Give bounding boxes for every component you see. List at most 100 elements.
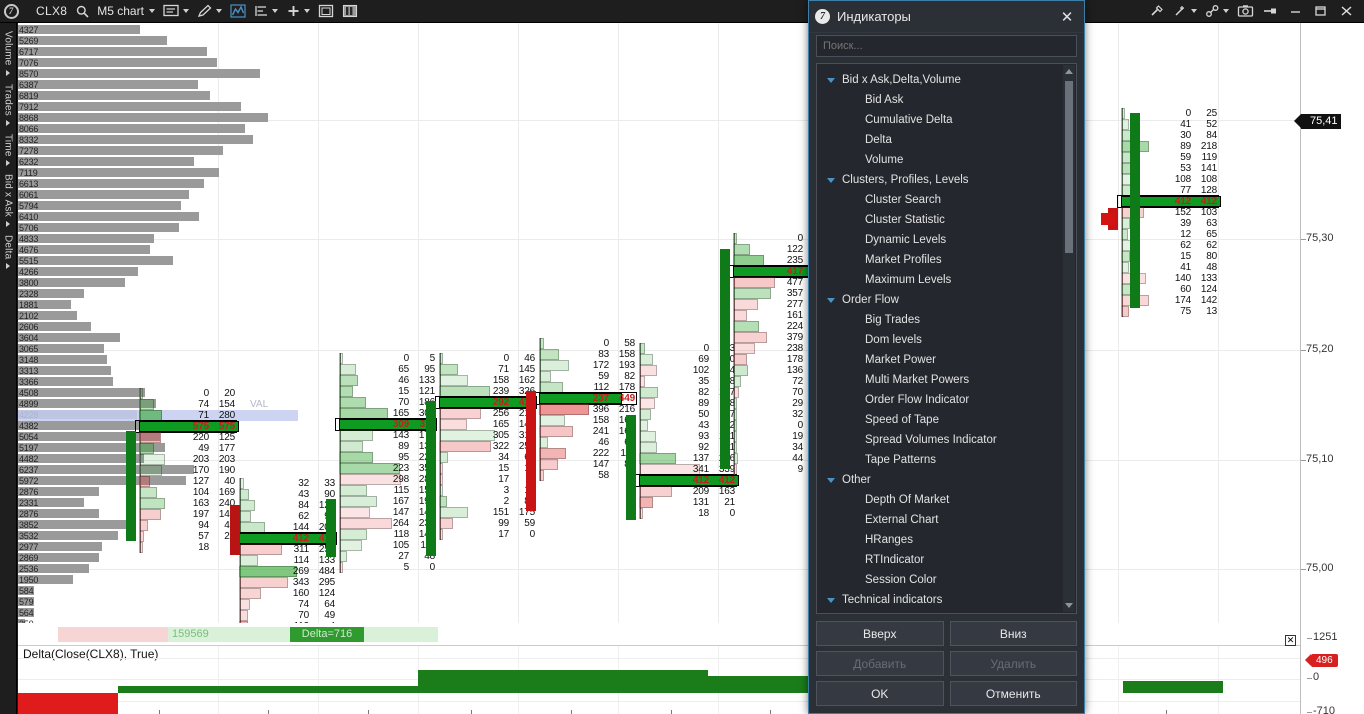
sidebar-item-time[interactable]: Time <box>2 130 15 171</box>
indicator-item[interactable]: Bid Ask <box>817 90 1076 110</box>
indicator-item[interactable]: Multi Market Powers <box>817 370 1076 390</box>
indicator-item[interactable]: Tape Patterns <box>817 450 1076 470</box>
indicator-item[interactable]: Cluster Search <box>817 190 1076 210</box>
indicator-item[interactable]: Maximum Levels <box>817 270 1076 290</box>
footprint-cell: 209 163 <box>636 486 736 497</box>
indicator-item[interactable]: Spread Volumes Indicator <box>817 430 1076 450</box>
bid-value: 322 <box>492 441 509 452</box>
close-subchart-icon[interactable]: ✕ <box>1285 635 1296 646</box>
volume-profile-label: 4676 <box>19 245 39 255</box>
footprint-cell-values: 220 125 <box>136 432 236 443</box>
expand-triangle-icon[interactable] <box>827 597 835 603</box>
camera-icon[interactable] <box>1233 0 1258 23</box>
indicators-dialog[interactable]: 7 Индикаторы ✕ Bid x Ask,Delta,VolumeBid… <box>808 0 1085 714</box>
indicator-item[interactable]: Delta <box>817 130 1076 150</box>
expand-triangle-icon[interactable] <box>827 77 835 83</box>
timeframe-selector[interactable]: M5 chart <box>93 0 159 23</box>
footprint-cell-values: 0 46 <box>436 353 536 364</box>
indicator-item[interactable]: Speed of Tape <box>817 410 1076 430</box>
search-input[interactable] <box>816 35 1077 57</box>
sidebar-item-delta[interactable]: Delta <box>2 231 15 273</box>
indicator-item[interactable]: Cluster Statistic <box>817 210 1076 230</box>
volume-profile-label: 7278 <box>19 146 39 156</box>
indicator-item[interactable]: External Chart <box>817 510 1076 530</box>
indicator-group[interactable]: Clusters, Profiles, Levels <box>817 170 1076 190</box>
sidebar-item-trades[interactable]: Trades <box>2 80 15 130</box>
footprint-cell: 151 175 <box>436 507 536 518</box>
indicator-group[interactable]: Technical indicators <box>817 590 1076 610</box>
add-icon[interactable] <box>282 0 314 23</box>
move-down-button[interactable]: Вниз <box>949 621 1077 646</box>
scroll-down-icon[interactable] <box>1063 599 1075 612</box>
maximize-icon[interactable] <box>1308 0 1333 23</box>
expand-triangle-icon[interactable] <box>827 297 835 303</box>
app-logo-icon[interactable]: 7 <box>0 0 22 22</box>
candle-body <box>720 249 730 469</box>
volume-profile-label: 3852 <box>19 520 39 530</box>
bid-value: 18 <box>698 508 709 519</box>
ask-value: 82 <box>624 371 635 382</box>
close-icon[interactable] <box>1333 0 1360 23</box>
panel-icon[interactable] <box>338 0 362 23</box>
indicator-item[interactable]: AD <box>817 610 1076 613</box>
list-scrollbar[interactable] <box>1063 65 1075 612</box>
draw-pencil-icon[interactable] <box>193 0 226 23</box>
indicator-item[interactable]: Market Power <box>817 350 1076 370</box>
price-axis[interactable]: 75,4075,3075,2075,1075,0075,4112510-7104… <box>1285 23 1364 714</box>
expand-triangle-icon[interactable] <box>827 177 835 183</box>
magic-icon[interactable] <box>1169 0 1201 23</box>
bid-value: 114 <box>293 555 310 566</box>
indicator-item[interactable]: Dom levels <box>817 330 1076 350</box>
delta-subchart[interactable]: Delta(Close(CLX8), True) <box>18 645 1300 714</box>
indicator-group[interactable]: Bid x Ask,Delta,Volume <box>817 70 1076 90</box>
indicator-group[interactable]: Other <box>817 470 1076 490</box>
cancel-button[interactable]: Отменить <box>949 681 1077 706</box>
indicator-item[interactable]: Market Profiles <box>817 250 1076 270</box>
symbol-label[interactable]: CLX8 <box>22 4 72 18</box>
volume-profile-bar <box>18 190 189 199</box>
add-button[interactable]: Добавить <box>816 651 944 676</box>
scrollbar-thumb[interactable] <box>1065 81 1073 253</box>
indicator-item[interactable]: Order Flow Indicator <box>817 390 1076 410</box>
indicator-item[interactable]: Volume <box>817 150 1076 170</box>
indicator-item[interactable]: Dynamic Levels <box>817 230 1076 250</box>
pin-icon[interactable] <box>1258 0 1283 23</box>
move-up-button[interactable]: Вверх <box>816 621 944 646</box>
indicator-item[interactable]: RTIndicator <box>817 550 1076 570</box>
bid-value: 412 <box>292 533 309 544</box>
expand-triangle-icon[interactable] <box>827 477 835 483</box>
delta-last-badge: 496 <box>1305 654 1338 667</box>
indicator-item[interactable]: Session Color <box>817 570 1076 590</box>
ok-button[interactable]: OK <box>816 681 944 706</box>
bid-value: 104 <box>192 487 209 498</box>
close-icon[interactable]: ✕ <box>1054 5 1080 29</box>
volume-profile-label: 2876 <box>19 487 39 497</box>
indicator-item[interactable]: Big Trades <box>817 310 1076 330</box>
chart-style-icon[interactable] <box>159 0 193 23</box>
search-icon[interactable] <box>72 0 93 23</box>
gridline <box>718 23 719 623</box>
volume-profile-bar <box>18 80 198 89</box>
tools-icon[interactable] <box>1145 0 1169 23</box>
footprint-plot[interactable]: 4327 5269 6717 7076 8570 6387 6819 7912 8868 8066… <box>18 23 1300 623</box>
indicator-group[interactable]: Order Flow <box>817 290 1076 310</box>
chevron-right-icon <box>6 221 10 228</box>
indicator-item[interactable]: HRanges <box>817 530 1076 550</box>
link-icon[interactable] <box>1201 0 1233 23</box>
indicators-icon[interactable] <box>226 0 250 23</box>
window-icon[interactable] <box>314 0 338 23</box>
bid-value: 256 <box>492 408 509 419</box>
chevron-down-icon <box>1191 9 1197 13</box>
indicator-item[interactable]: Cumulative Delta <box>817 110 1076 130</box>
bid-value: 163 <box>192 498 209 509</box>
levels-icon[interactable] <box>250 0 282 23</box>
minimize-icon[interactable] <box>1283 0 1308 23</box>
scroll-up-icon[interactable] <box>1063 65 1075 78</box>
chart-area[interactable]: 4327 5269 6717 7076 8570 6387 6819 7912 8868 8066… <box>18 23 1364 714</box>
axis-tickmark <box>159 710 160 714</box>
sidebar-item-volume[interactable]: Volume <box>2 27 15 80</box>
sidebar-item-bid-x-ask[interactable]: Bid x Ask <box>2 170 15 231</box>
remove-button[interactable]: Удалить <box>949 651 1077 676</box>
indicator-item[interactable]: Depth Of Market <box>817 490 1076 510</box>
indicator-list[interactable]: Bid x Ask,Delta,Volume Bid Ask Cumulative … <box>816 63 1077 614</box>
